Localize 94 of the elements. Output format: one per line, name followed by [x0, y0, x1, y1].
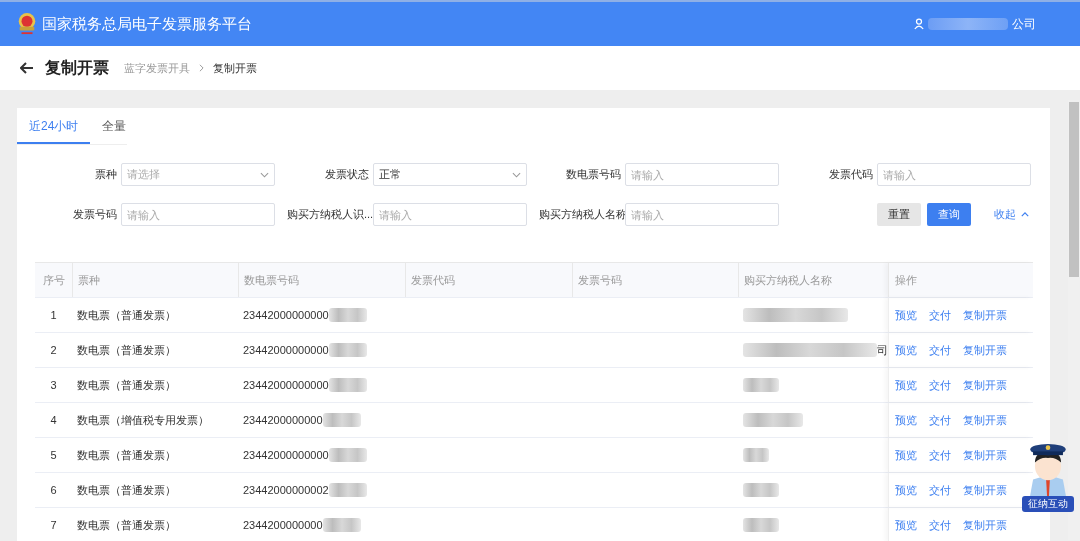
table-cell: 23442000000000	[243, 449, 329, 461]
column-header: 发票号码	[572, 263, 738, 297]
action-link[interactable]: 预览	[895, 447, 917, 463]
emblem-icon	[16, 12, 38, 36]
action-link[interactable]: 复制开票	[963, 447, 1007, 463]
input-field[interactable]: 请输入	[121, 203, 275, 226]
redacted-text	[322, 518, 361, 532]
action-link[interactable]: 预览	[895, 482, 917, 498]
scrollbar-thumb[interactable]	[1069, 102, 1079, 277]
table-cell: 2344200000000	[243, 414, 323, 426]
table-cell: 23442000000000	[243, 344, 329, 356]
action-link[interactable]: 交付	[929, 447, 951, 463]
action-link[interactable]: 复制开票	[963, 412, 1007, 428]
action-link[interactable]: 复制开票	[963, 517, 1007, 533]
select-field[interactable]: 请选择	[121, 163, 275, 186]
input-field[interactable]: 请输入	[625, 203, 779, 226]
dropdown-caret-icon	[512, 171, 521, 178]
filter-label: 发票号码	[72, 207, 118, 222]
table-cell-text: 数电票（普通发票）	[76, 307, 177, 323]
redacted-text	[743, 448, 769, 462]
table-cell-text: 1	[49, 308, 58, 323]
table-cell: 23442000000000	[243, 379, 329, 391]
redacted-text	[743, 378, 779, 392]
column-header: 票种	[72, 263, 238, 297]
action-link[interactable]: 预览	[895, 342, 917, 358]
table-cell-text: 7	[49, 518, 58, 533]
column-header: 操作	[888, 263, 1033, 297]
caret-up-icon	[1021, 212, 1029, 217]
redacted-text	[328, 343, 367, 357]
table-cell: 23442000000000	[243, 309, 329, 321]
input-field[interactable]: 请输入	[625, 163, 779, 186]
page-title: 复制开票	[45, 57, 109, 78]
redacted-text	[743, 518, 779, 532]
action-link[interactable]: 交付	[929, 307, 951, 323]
site-title: 国家税务总局电子发票服务平台	[42, 14, 252, 34]
table-cell-text: 3	[49, 378, 58, 393]
action-link[interactable]: 交付	[929, 412, 951, 428]
action-link[interactable]: 预览	[895, 377, 917, 393]
table-cell-text: 数电票（普通发票）	[76, 377, 177, 393]
breadcrumb-link[interactable]: 蓝字发票开具	[124, 60, 190, 76]
action-link[interactable]: 复制开票	[963, 482, 1007, 498]
table-cell: 司	[877, 342, 888, 358]
column-header: 数电票号码	[238, 263, 405, 297]
collapse-link[interactable]: 收起	[983, 203, 1040, 226]
search-button[interactable]: 查询	[927, 203, 971, 226]
table-cell-text: 数电票（普通发票）	[76, 342, 177, 358]
action-link[interactable]: 复制开票	[963, 307, 1007, 323]
redacted-text	[328, 483, 367, 497]
redacted-text	[322, 413, 361, 427]
table-cell-text: 5	[49, 448, 58, 463]
redacted-text	[743, 413, 803, 427]
table-cell-text: 6	[49, 483, 58, 498]
column-header: 序号	[41, 272, 66, 288]
action-link[interactable]: 复制开票	[963, 342, 1007, 358]
table-cell: 23442000000002	[243, 484, 329, 496]
back-arrow-icon[interactable]	[20, 62, 34, 74]
redacted-text	[328, 378, 367, 392]
action-link[interactable]: 预览	[895, 517, 917, 533]
action-link[interactable]: 预览	[895, 307, 917, 323]
assistant-button[interactable]: 征纳互动	[1017, 442, 1079, 512]
reset-button[interactable]: 重置	[877, 203, 921, 226]
input-field[interactable]: 请输入	[877, 163, 1031, 186]
redacted-text	[743, 483, 779, 497]
select-field[interactable]: 正常	[373, 163, 527, 186]
table-cell-text: 数电票（普通发票）	[76, 447, 177, 463]
redacted-text	[328, 308, 367, 322]
action-link[interactable]: 交付	[929, 517, 951, 533]
table-cell: 2344200000000	[243, 519, 323, 531]
table-cell-text: 2	[49, 343, 58, 358]
chevron-icon	[199, 64, 204, 72]
table-cell-text: 4	[49, 413, 58, 428]
action-link[interactable]: 交付	[929, 342, 951, 358]
action-link[interactable]: 交付	[929, 482, 951, 498]
redacted-text	[328, 448, 367, 462]
action-link[interactable]: 预览	[895, 412, 917, 428]
filter-label: 购买方纳税人识...	[287, 207, 373, 222]
filter-label: 发票状态	[324, 167, 370, 182]
filter-label: 票种	[94, 167, 118, 182]
dropdown-caret-icon	[260, 171, 269, 178]
table-cell-text: 数电票（普通发票）	[76, 482, 177, 498]
filter-label: 数电票号码	[565, 167, 622, 182]
user-icon	[914, 18, 924, 30]
filter-label: 发票代码	[828, 167, 874, 182]
assistant-label: 征纳互动	[1022, 496, 1074, 512]
table-cell-text: 数电票（普通发票）	[76, 517, 177, 533]
tab[interactable]: 全量	[90, 108, 139, 144]
action-link[interactable]: 交付	[929, 377, 951, 393]
column-header: 购买方纳税人名称	[738, 263, 888, 297]
input-field[interactable]: 请输入	[373, 203, 527, 226]
column-header: 发票代码	[405, 263, 572, 297]
action-link[interactable]: 复制开票	[963, 377, 1007, 393]
user-name[interactable]: 公司	[1012, 15, 1036, 33]
table-cell-text: 数电票（增值税专用发票）	[76, 412, 210, 428]
tab[interactable]: 近24小时	[17, 108, 91, 144]
